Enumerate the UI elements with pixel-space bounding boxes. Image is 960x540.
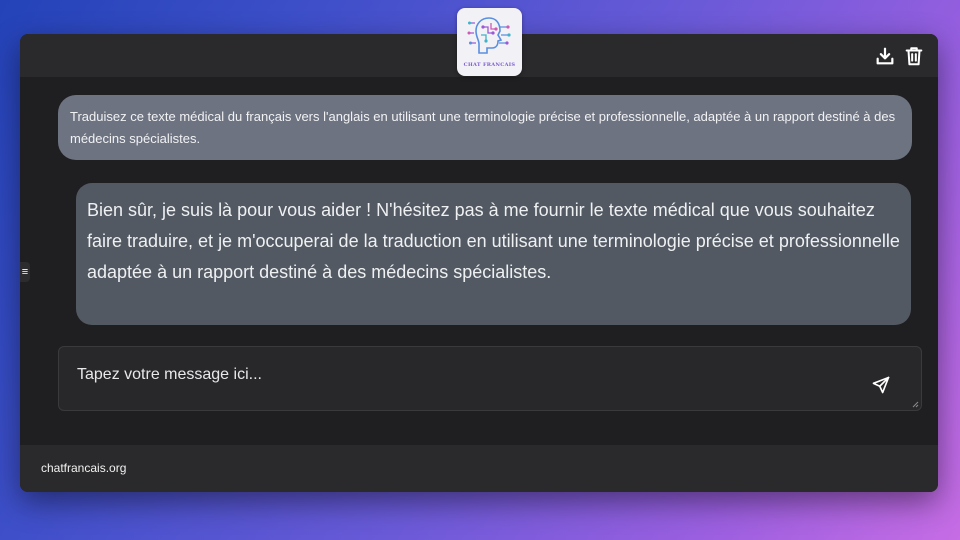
assistant-message: Bien sûr, je suis là pour vous aider ! N… <box>76 183 911 325</box>
chat-window: Traduisez ce texte médical du français v… <box>20 34 938 492</box>
logo-text: CHAT FRANCAIS <box>463 62 516 68</box>
trash-icon[interactable] <box>903 45 925 67</box>
message-input[interactable] <box>59 347 921 410</box>
footer: chatfrancais.org <box>20 445 938 492</box>
download-icon[interactable] <box>874 45 896 67</box>
assistant-message-text: Bien sûr, je suis là pour vous aider ! N… <box>87 200 900 282</box>
sidebar-toggle-button[interactable]: ≡ <box>20 262 30 282</box>
send-icon[interactable] <box>871 375 891 395</box>
footer-site-link[interactable]: chatfrancais.org <box>41 461 126 475</box>
user-message: Traduisez ce texte médical du français v… <box>58 95 912 160</box>
message-composer <box>58 346 922 411</box>
menu-icon: ≡ <box>21 266 29 278</box>
user-message-text: Traduisez ce texte médical du français v… <box>70 109 896 146</box>
app-logo: CHAT FRANCAIS <box>457 8 522 76</box>
brain-circuit-icon <box>467 17 511 54</box>
resize-handle-icon[interactable] <box>912 401 919 408</box>
